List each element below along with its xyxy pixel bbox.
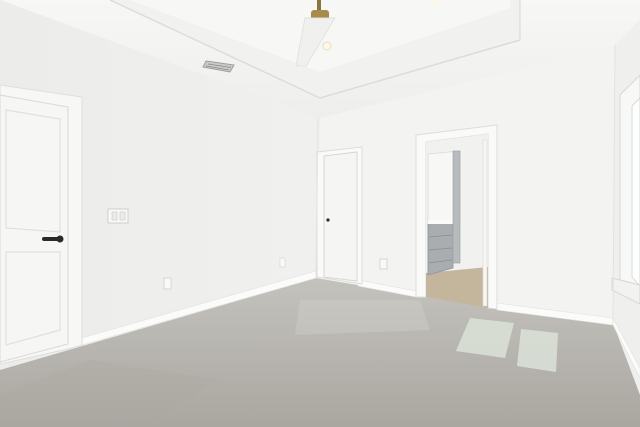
bathroom-vanity-top [428, 220, 453, 224]
light-switch[interactable] [111, 211, 118, 221]
outlet-back-wall [379, 258, 388, 270]
sunlight-patch [517, 329, 558, 372]
empty-bedroom-photo [0, 0, 640, 427]
outlet-corner [279, 257, 286, 268]
bathroom-tall-cabinet-gray [452, 150, 461, 264]
outlet-left-wall [163, 277, 172, 290]
window-glass [631, 97, 640, 287]
closet-door-knob[interactable] [326, 218, 330, 222]
bathroom-door-edge [482, 139, 488, 307]
closet-door[interactable] [323, 151, 358, 282]
left-door-knob-rose [56, 235, 64, 243]
room-illustration [0, 0, 640, 427]
light-switch[interactable] [119, 211, 126, 221]
floor-reflection [295, 300, 430, 335]
recessed-light [322, 41, 332, 51]
